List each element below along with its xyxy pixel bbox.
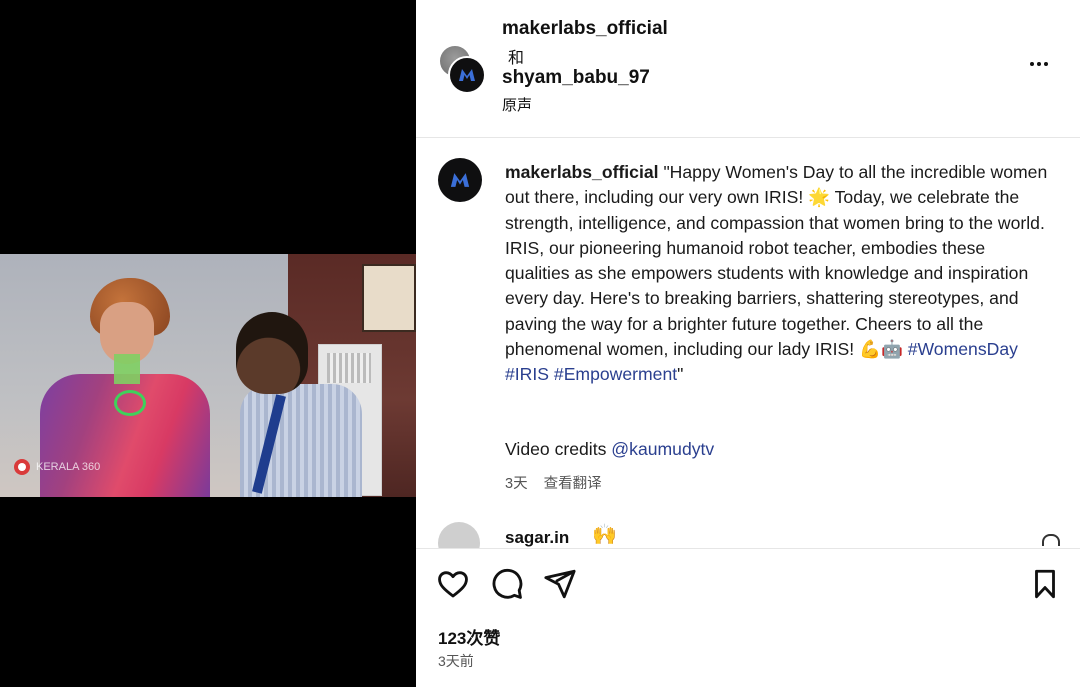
save-button[interactable] (1028, 567, 1062, 601)
hashtag-link[interactable]: #Empowerment (554, 364, 677, 384)
kerala360-logo-icon (14, 459, 30, 475)
comment-row: sagar.in 🙌 (438, 522, 1060, 548)
bookmark-icon (1035, 569, 1055, 599)
avatar[interactable] (438, 522, 480, 548)
video-player[interactable]: KERALA 360 (0, 254, 416, 497)
post-timestamp: 3天前 (438, 653, 474, 669)
video-watermark: KERALA 360 (14, 459, 100, 475)
like-count[interactable]: 123次赞 (438, 624, 500, 649)
mention-link[interactable]: @kaumudytv (611, 439, 714, 459)
more-options-button[interactable] (1022, 52, 1056, 76)
makerlabs-logo-icon (450, 173, 470, 187)
wall-poster (362, 264, 416, 332)
post-viewer: KERALA 360 makerlabs_official 和 shyam_ba… (0, 0, 1080, 687)
post-header: makerlabs_official 和 shyam_babu_97 原声 (416, 0, 1080, 138)
collab-conjunction: 和 (508, 50, 525, 67)
action-bar (416, 549, 1080, 619)
share-button[interactable] (543, 567, 577, 601)
see-translation-link[interactable]: 查看翻译 (544, 472, 602, 493)
avatar (448, 56, 486, 94)
audio-label[interactable]: 原声 (502, 94, 532, 115)
media-pane: KERALA 360 (0, 0, 416, 687)
makerlabs-logo-icon (459, 69, 475, 81)
caption-text: makerlabs_official "Happy Women's Day to… (505, 162, 1048, 385)
caption-age: 3天 (505, 476, 528, 492)
caption-username[interactable]: makerlabs_official (505, 162, 659, 182)
collab-avatars[interactable] (438, 44, 488, 94)
author-username[interactable]: makerlabs_official (502, 18, 668, 40)
share-icon (544, 569, 576, 599)
hashtag-link[interactable]: #WomensDay (908, 339, 1018, 359)
caption-meta: 3天 查看翻译 (505, 472, 602, 493)
comment-button[interactable] (490, 567, 524, 601)
heart-icon (438, 571, 468, 598)
like-button[interactable] (436, 567, 470, 601)
more-icon (1030, 62, 1034, 66)
student-head (236, 312, 308, 394)
post-details-panel: makerlabs_official 和 shyam_babu_97 原声 ma… (416, 0, 1080, 687)
avatar[interactable] (438, 158, 482, 202)
comment-icon (492, 568, 523, 599)
collaborator-username[interactable]: shyam_babu_97 (502, 67, 650, 89)
comment-username[interactable]: sagar.in (505, 528, 569, 548)
hashtag-link[interactable]: #IRIS (505, 364, 549, 384)
comment-like-icon[interactable] (1042, 534, 1060, 546)
video-credits: Video credits @kaumudytv (505, 439, 715, 459)
comment-text: 🙌 (592, 524, 617, 546)
comments-area[interactable]: makerlabs_official "Happy Women's Day to… (416, 138, 1080, 549)
